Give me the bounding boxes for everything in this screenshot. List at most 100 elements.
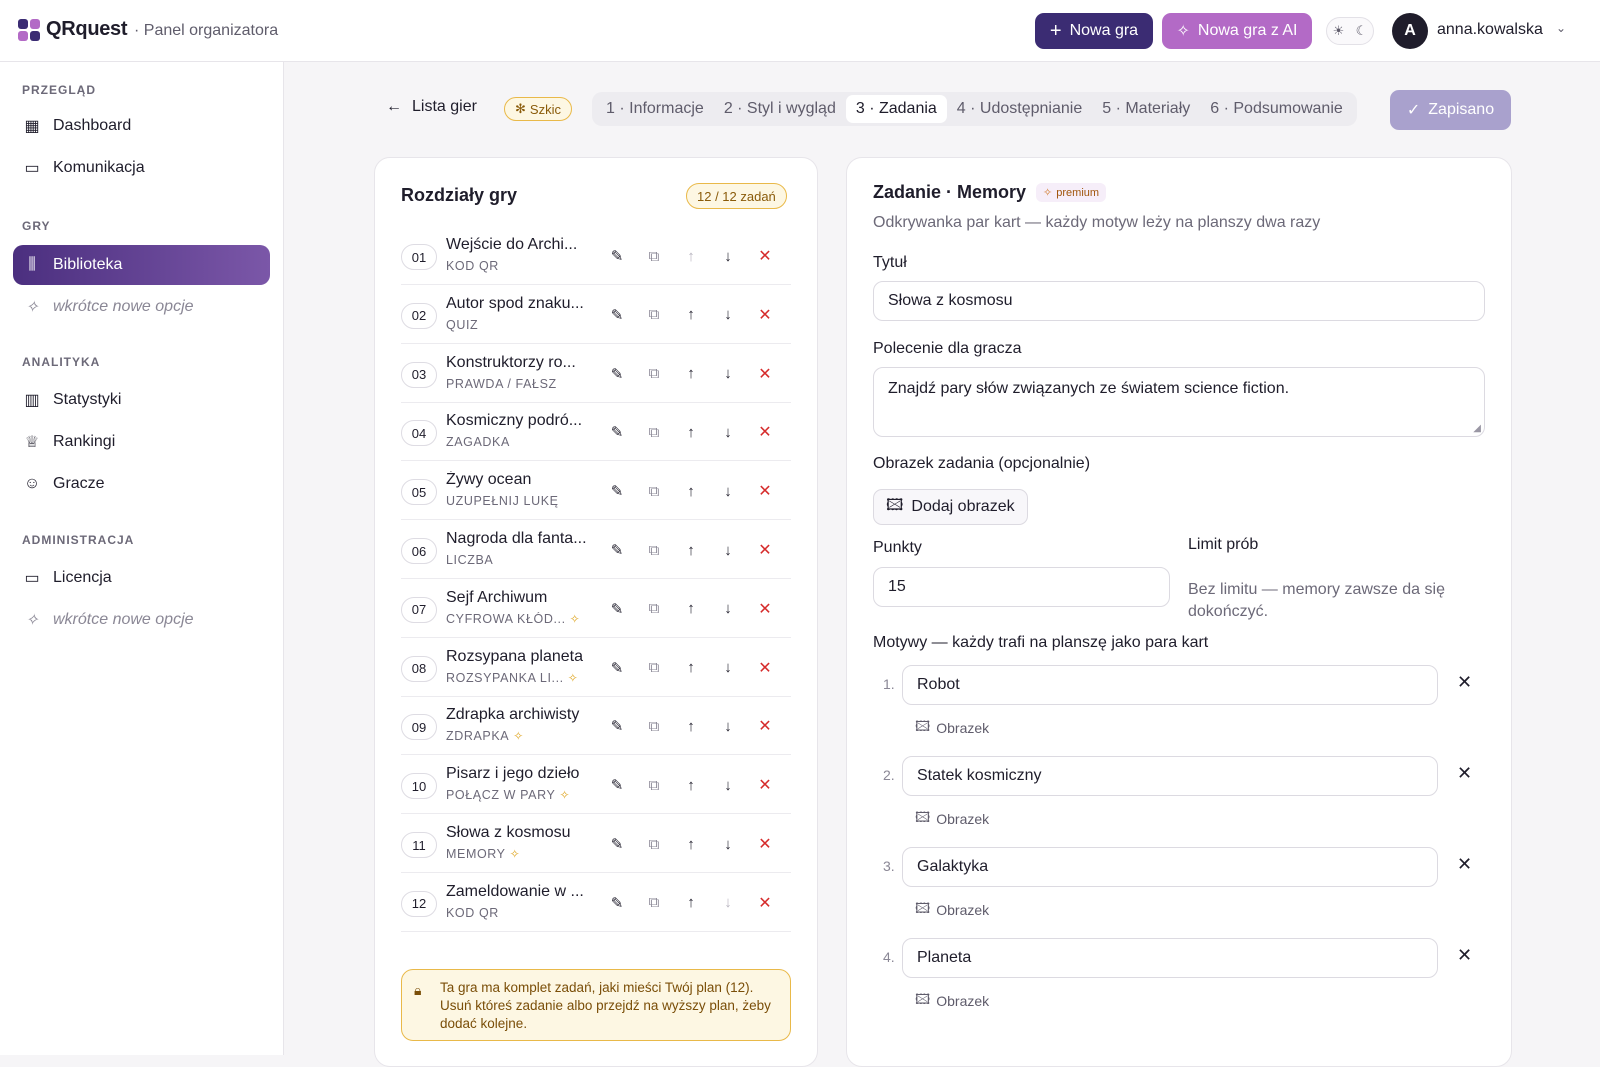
remove-motif-icon[interactable]: ✕ [1457, 945, 1472, 966]
copy-icon[interactable]: ⧉ [644, 599, 664, 619]
motif-input[interactable]: Robot [902, 665, 1438, 705]
task-title[interactable]: Pisarz i jego dzieło [446, 765, 596, 783]
task-row[interactable]: 02 Autor spod znaku... QUIZ ✎ ⧉ ↑ ↓ ✕ [401, 286, 791, 344]
task-title[interactable]: Słowa z kosmosu [446, 824, 596, 842]
saved-button[interactable]: ✓ Zapisano [1390, 90, 1511, 130]
copy-icon[interactable]: ⧉ [644, 364, 664, 384]
move-up-icon[interactable]: ↑ [681, 893, 701, 913]
edit-icon[interactable]: ✎ [607, 775, 627, 795]
theme-toggle[interactable]: ☀ ☾ [1326, 17, 1374, 45]
copy-icon[interactable]: ⧉ [644, 540, 664, 560]
task-title[interactable]: Wejście do Archi... [446, 236, 596, 254]
sidebar-item-library[interactable]: ⫼ Biblioteka [13, 245, 270, 285]
move-down-icon[interactable]: ↓ [718, 364, 738, 384]
task-row[interactable]: 01 Wejście do Archi... KOD QR ✎ ⧉ ↑ ↓ ✕ [401, 227, 791, 285]
motif-input[interactable]: Planeta [902, 938, 1438, 978]
task-row[interactable]: 07 Sejf Archiwum CYFROWA KŁÓD... ✧ ✎ ⧉ ↑ ↓ ✕ [401, 580, 791, 638]
tab-tasks[interactable]: 3 · Zadania [845, 95, 947, 123]
delete-icon[interactable]: ✕ [755, 775, 775, 795]
task-title[interactable]: Zdrapka archiwisty [446, 706, 596, 724]
edit-icon[interactable]: ✎ [607, 481, 627, 501]
delete-icon[interactable]: ✕ [755, 246, 775, 266]
move-up-icon[interactable]: ↑ [681, 305, 701, 325]
chevron-down-icon[interactable]: ⌄ [1556, 21, 1566, 35]
back-to-games-link[interactable]: ← Lista gier [386, 98, 477, 116]
copy-icon[interactable]: ⧉ [644, 305, 664, 325]
move-down-icon[interactable]: ↓ [718, 481, 738, 501]
edit-icon[interactable]: ✎ [607, 658, 627, 678]
edit-icon[interactable]: ✎ [607, 893, 627, 913]
copy-icon[interactable]: ⧉ [644, 834, 664, 854]
move-up-icon[interactable]: ↑ [681, 716, 701, 736]
tab-style[interactable]: 2 · Styl i wygląd [714, 95, 846, 123]
move-down-icon[interactable]: ↓ [718, 305, 738, 325]
tab-materials[interactable]: 5 · Materiały [1092, 95, 1200, 123]
task-title[interactable]: Sejf Archiwum [446, 589, 596, 607]
sidebar-item-statistics[interactable]: ▥ Statystyki [13, 380, 270, 420]
moon-icon[interactable]: ☾ [1356, 23, 1368, 39]
task-title[interactable]: Żywy ocean [446, 471, 596, 489]
resize-handle-icon[interactable]: ◢ [1473, 423, 1481, 434]
delete-icon[interactable]: ✕ [755, 422, 775, 442]
task-row[interactable]: 06 Nagroda dla fanta... LICZBA ✎ ⧉ ↑ ↓ ✕ [401, 521, 791, 579]
delete-icon[interactable]: ✕ [755, 305, 775, 325]
sidebar-item-communication[interactable]: ▭ Komunikacja [13, 148, 270, 188]
task-title[interactable]: Kosmiczny podró... [446, 412, 596, 430]
task-row[interactable]: 05 Żywy ocean UZUPEŁNIJ LUKĘ ✎ ⧉ ↑ ↓ ✕ [401, 462, 791, 521]
task-row[interactable]: 04 Kosmiczny podró... ZAGADKA ✎ ⧉ ↑ ↓ ✕ [401, 403, 791, 462]
delete-icon[interactable]: ✕ [755, 481, 775, 501]
move-down-icon[interactable]: ↓ [718, 422, 738, 442]
motif-image-button[interactable]: 🖾 Obrazek [915, 898, 989, 922]
move-up-icon[interactable]: ↑ [681, 481, 701, 501]
task-title[interactable]: Autor spod znaku... [446, 295, 596, 313]
sidebar-item-license[interactable]: ▭ Licencja [13, 558, 270, 598]
copy-icon[interactable]: ⧉ [644, 481, 664, 501]
avatar[interactable]: A [1392, 13, 1428, 49]
delete-icon[interactable]: ✕ [755, 599, 775, 619]
copy-icon[interactable]: ⧉ [644, 716, 664, 736]
move-down-icon[interactable]: ↓ [718, 658, 738, 678]
delete-icon[interactable]: ✕ [755, 893, 775, 913]
move-up-icon[interactable]: ↑ [681, 540, 701, 560]
sidebar-item-rankings[interactable]: ♕ Rankingi [13, 422, 270, 462]
delete-icon[interactable]: ✕ [755, 364, 775, 384]
task-title[interactable]: Rozsypana planeta [446, 648, 596, 666]
motif-image-button[interactable]: 🖾 Obrazek [915, 989, 989, 1013]
task-row[interactable]: 03 Konstruktorzy ro... PRAWDA / FAŁSZ ✎ ⧉ ↑ ↓ ✕ [401, 345, 791, 403]
remove-motif-icon[interactable]: ✕ [1457, 854, 1472, 875]
points-input[interactable]: 15 [873, 567, 1170, 607]
delete-icon[interactable]: ✕ [755, 540, 775, 560]
motif-image-button[interactable]: 🖾 Obrazek [915, 807, 989, 831]
add-image-button[interactable]: 🖾 Dodaj obrazek [873, 489, 1028, 525]
task-title[interactable]: Zameldowanie w ... [446, 883, 596, 901]
edit-icon[interactable]: ✎ [607, 834, 627, 854]
move-up-icon[interactable]: ↑ [681, 775, 701, 795]
motif-input[interactable]: Statek kosmiczny [902, 756, 1438, 796]
move-down-icon[interactable]: ↓ [718, 540, 738, 560]
remove-motif-icon[interactable]: ✕ [1457, 672, 1472, 693]
move-up-icon[interactable]: ↑ [681, 422, 701, 442]
task-row[interactable]: 12 Zameldowanie w ... KOD QR ✎ ⧉ ↑ ↓ ✕ [401, 874, 791, 932]
move-down-icon[interactable]: ↓ [718, 246, 738, 266]
task-row[interactable]: 11 Słowa z kosmosu MEMORY ✧ ✎ ⧉ ↑ ↓ ✕ [401, 815, 791, 873]
edit-icon[interactable]: ✎ [607, 305, 627, 325]
motif-image-button[interactable]: 🖾 Obrazek [915, 716, 989, 740]
sidebar-item-players[interactable]: ☺ Gracze [13, 464, 270, 504]
prompt-textarea[interactable]: Znajdź pary słów związanych ze światem s… [873, 367, 1485, 437]
copy-icon[interactable]: ⧉ [644, 775, 664, 795]
move-up-icon[interactable]: ↑ [681, 599, 701, 619]
edit-icon[interactable]: ✎ [607, 422, 627, 442]
move-up-icon[interactable]: ↑ [681, 246, 701, 266]
move-down-icon[interactable]: ↓ [718, 893, 738, 913]
new-game-button[interactable]: + Nowa gra [1035, 13, 1153, 49]
copy-icon[interactable]: ⧉ [644, 422, 664, 442]
move-down-icon[interactable]: ↓ [718, 834, 738, 854]
task-row[interactable]: 09 Zdrapka archiwisty ZDRAPKA ✧ ✎ ⧉ ↑ ↓ ✕ [401, 697, 791, 756]
copy-icon[interactable]: ⧉ [644, 658, 664, 678]
move-down-icon[interactable]: ↓ [718, 716, 738, 736]
tab-information[interactable]: 1 · Informacje [596, 95, 714, 123]
tab-summary[interactable]: 6 · Podsumowanie [1200, 95, 1353, 123]
motif-input[interactable]: Galaktyka [902, 847, 1438, 887]
delete-icon[interactable]: ✕ [755, 658, 775, 678]
brand-logo[interactable]: QRquest [18, 18, 128, 41]
